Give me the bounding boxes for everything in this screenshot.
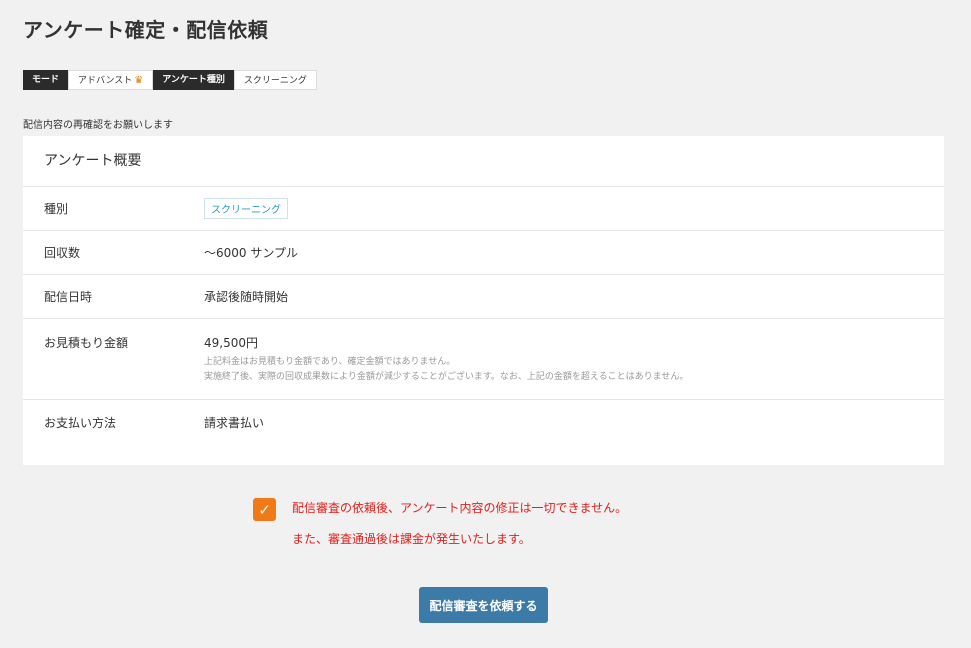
estimate-note-2: 実施終了後、実際の回収成果数により金額が減少することがございます。なお、上記の金… <box>204 372 689 382</box>
estimate-label: お見積もり金額 <box>44 336 129 350</box>
schedule-value: 承認後随時開始 <box>204 290 289 304</box>
estimate-value: 49,500円 <box>204 336 258 350</box>
mode-tag-label: モード <box>23 70 69 90</box>
confirm-line-1: 配信審査の依頼後、アンケート内容の修正は一切できません。 <box>292 501 628 515</box>
summary-row-payment: お支払い方法 請求書払い <box>23 400 944 440</box>
confirm-agreement: ✓ 配信審査の依頼後、アンケート内容の修正は一切できません。 また、審査通過後は… <box>253 498 627 555</box>
schedule-label: 配信日時 <box>44 290 93 304</box>
payment-label: お支払い方法 <box>44 416 117 430</box>
count-label: 回収数 <box>44 246 81 260</box>
summary-row-type: 種別 スクリーニング <box>23 187 944 231</box>
count-value: 〜6000 サンプル <box>204 246 298 260</box>
recheck-notice: 配信内容の再確認をお願いします <box>23 120 173 131</box>
agree-checkbox[interactable]: ✓ <box>253 498 276 521</box>
summary-title: アンケート概要 <box>23 136 944 187</box>
summary-row-estimate: お見積もり金額 49,500円 上記料金はお見積もり金額であり、確定金額ではあり… <box>23 319 944 400</box>
mode-tag-value-text: アドバンスト <box>78 76 133 86</box>
type-label: 種別 <box>44 202 69 216</box>
survey-summary-card: アンケート概要 種別 スクリーニング 回収数 〜6000 サンプル 配信日時 承… <box>23 136 944 465</box>
survey-type-tag-value: スクリーニング <box>233 70 317 90</box>
summary-row-schedule: 配信日時 承認後随時開始 <box>23 275 944 319</box>
confirm-line-2: また、審査通過後は課金が発生いたします。 <box>292 532 531 546</box>
mode-tag-value: アドバンスト ♛ <box>68 70 154 90</box>
page-title: アンケート確定・配信依頼 <box>23 18 269 42</box>
estimate-note-1: 上記料金はお見積もり金額であり、確定金額ではありません。 <box>204 357 456 367</box>
check-icon: ✓ <box>258 500 271 519</box>
submit-review-button[interactable]: 配信審査を依頼する <box>419 587 548 623</box>
crown-icon: ♛ <box>134 75 144 86</box>
survey-type-tag-label: アンケート種別 <box>153 70 234 90</box>
type-badge: スクリーニング <box>204 198 288 219</box>
mode-tags: モード アドバンスト ♛ アンケート種別 スクリーニング <box>23 70 317 90</box>
payment-value: 請求書払い <box>204 416 265 430</box>
summary-row-count: 回収数 〜6000 サンプル <box>23 231 944 275</box>
